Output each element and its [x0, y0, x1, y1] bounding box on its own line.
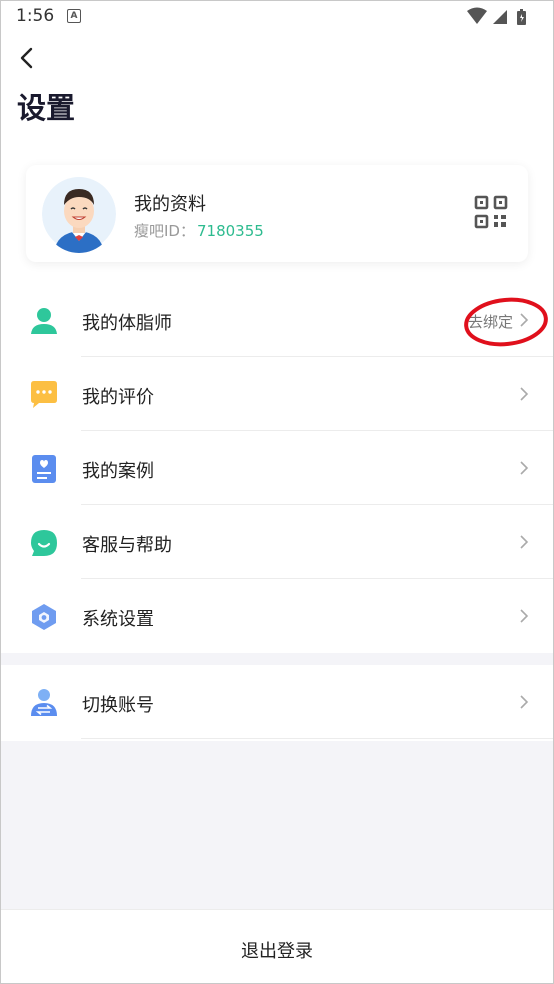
wifi-icon: [467, 7, 487, 24]
highlight-circle-annotation: [464, 297, 548, 347]
menu-item-my-reviews[interactable]: 我的评价: [1, 357, 553, 431]
case-card-icon: [29, 454, 59, 484]
chevron-right-icon: [519, 694, 529, 710]
menu-item-label: 系统设置: [82, 609, 154, 630]
menu-item-my-cases[interactable]: 我的案例: [1, 431, 553, 505]
qr-code-icon: [474, 195, 508, 229]
status-bar: 1:56 A: [1, 1, 553, 33]
settings-hex-icon: [29, 602, 59, 632]
back-button[interactable]: [13, 43, 43, 73]
menu-item-label: 切换账号: [82, 695, 154, 716]
battery-icon: [517, 9, 526, 25]
menu-item-label: 我的体脂师: [82, 313, 172, 334]
switch-account-section: 切换账号: [1, 665, 553, 741]
status-time: 1:56: [16, 6, 55, 26]
profile-name: 我的资料: [134, 194, 206, 215]
menu-item-label: 客服与帮助: [82, 535, 172, 556]
menu-item-label: 我的评价: [82, 387, 154, 408]
phone-screen: 1:56 A 设置 我的资料 瘦吧ID： 7180355 我的体脂师 去绑定 我…: [0, 0, 554, 984]
notification-a-icon: A: [67, 9, 81, 23]
service-chat-icon: [29, 528, 59, 558]
profile-card[interactable]: 我的资料 瘦吧ID： 7180355: [26, 165, 528, 262]
avatar[interactable]: [42, 175, 116, 253]
status-icons: [467, 7, 537, 31]
logout-button[interactable]: 退出登录: [1, 909, 553, 983]
divider: [81, 738, 553, 739]
menu-item-switch-account[interactable]: 切换账号: [1, 665, 553, 739]
chevron-right-icon: [519, 608, 529, 624]
profile-id-label: 瘦吧ID：: [134, 222, 195, 240]
menu-item-customer-service[interactable]: 客服与帮助: [1, 505, 553, 579]
chevron-right-icon: [519, 460, 529, 476]
menu-item-label: 我的案例: [82, 461, 154, 482]
profile-id: 瘦吧ID： 7180355: [134, 220, 264, 241]
message-icon: [29, 380, 59, 410]
chevron-right-icon: [519, 534, 529, 550]
logout-label: 退出登录: [241, 941, 313, 962]
chevron-right-icon: [519, 386, 529, 402]
section-gap: [1, 653, 553, 665]
back-arrow-icon: [20, 47, 33, 69]
switch-account-icon: [29, 688, 59, 718]
page-title: 设置: [17, 91, 76, 125]
person-icon: [29, 306, 59, 336]
signal-icon: [493, 10, 507, 24]
profile-id-value: 7180355: [196, 222, 264, 240]
qr-code-button[interactable]: [474, 195, 508, 229]
menu-item-system-settings[interactable]: 系统设置: [1, 579, 553, 653]
